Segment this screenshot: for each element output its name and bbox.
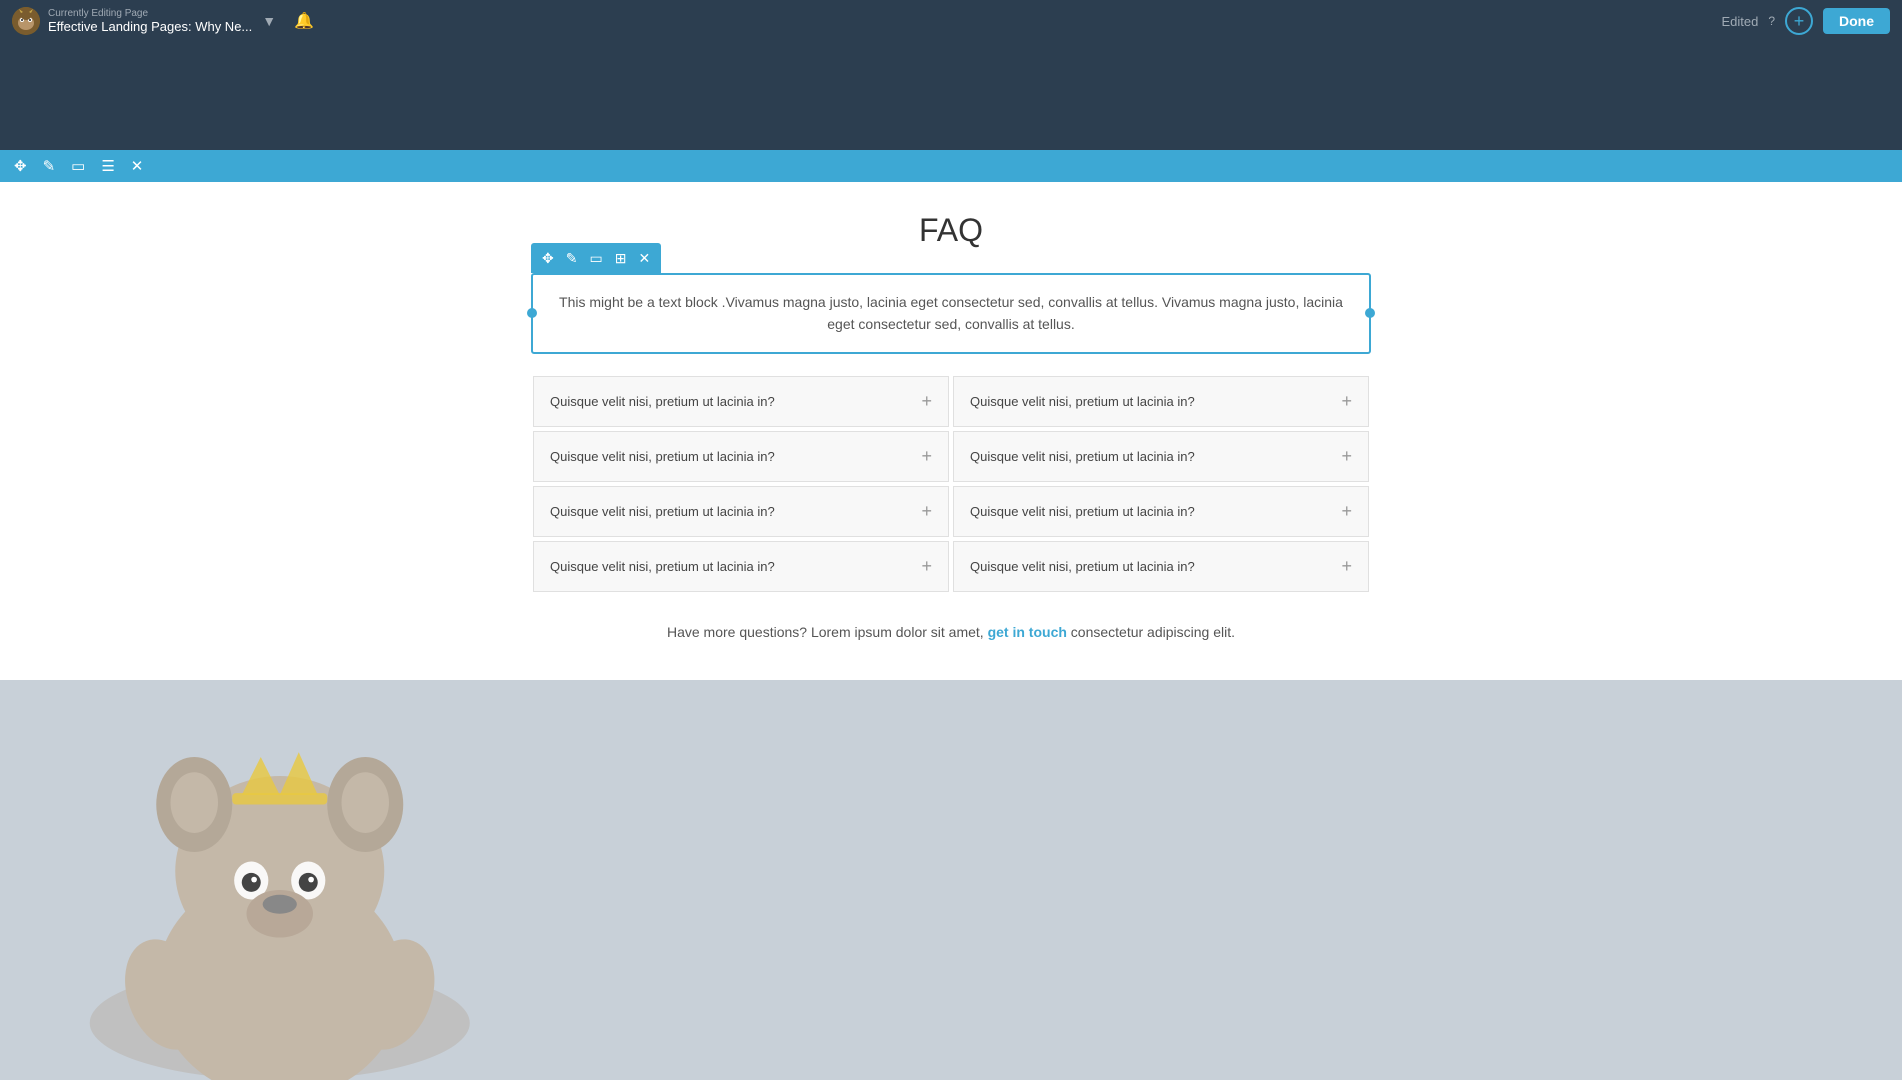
selected-block-toolbar: ✥ ✎ ▭ ⊞ ✕ [531,243,661,273]
get-in-touch-link[interactable]: get in touch [988,624,1067,640]
faq-expand-icon[interactable]: + [1341,391,1352,412]
footer-area [0,680,1902,1080]
faq-item[interactable]: Quisque velit nisi, pretium ut lacinia i… [533,431,949,482]
bottom-text-before: Have more questions? Lorem ipsum dolor s… [667,624,984,640]
faq-expand-icon[interactable]: + [1341,556,1352,577]
done-button[interactable]: Done [1823,8,1890,34]
faq-item-label: Quisque velit nisi, pretium ut lacinia i… [550,504,775,519]
header-left: Currently Editing Page Effective Landing… [12,7,314,35]
sel-expand-icon[interactable]: ⊞ [610,248,632,269]
sel-move-icon[interactable]: ✥ [537,248,559,269]
faq-item-label: Quisque velit nisi, pretium ut lacinia i… [970,504,1195,519]
faq-item[interactable]: Quisque velit nisi, pretium ut lacinia i… [953,431,1369,482]
faq-title: FAQ [0,212,1902,249]
top-header: Currently Editing Page Effective Landing… [0,0,1902,42]
bottom-text-after: consectetur adipiscing elit. [1071,624,1235,640]
text-block-selected[interactable]: ✥ ✎ ▭ ⊞ ✕ This might be a text block .Vi… [531,273,1371,354]
sel-edit-icon[interactable]: ✎ [561,248,583,269]
faq-item-label: Quisque velit nisi, pretium ut lacinia i… [550,559,775,574]
bell-icon[interactable]: 🔔 [294,11,314,31]
faq-item[interactable]: Quisque velit nisi, pretium ut lacinia i… [533,541,949,592]
edit-icon[interactable]: ✎ [37,154,62,178]
faq-item[interactable]: Quisque velit nisi, pretium ut lacinia i… [953,541,1369,592]
faq-expand-icon[interactable]: + [921,556,932,577]
chevron-down-icon[interactable]: ▼ [262,13,276,29]
header-title-group: Currently Editing Page Effective Landing… [48,8,252,34]
faq-item-label: Quisque velit nisi, pretium ut lacinia i… [970,559,1195,574]
faq-expand-icon[interactable]: + [921,446,932,467]
text-block-content: This might be a text block .Vivamus magn… [553,291,1349,336]
header-subtitle: Currently Editing Page [48,8,252,19]
close-icon[interactable]: ✕ [125,154,150,178]
faq-expand-icon[interactable]: + [1341,501,1352,522]
faq-expand-icon[interactable]: + [1341,446,1352,467]
faq-expand-icon[interactable]: + [921,501,932,522]
main-content: FAQ ✥ ✎ ▭ ⊞ ✕ This might be a text block… [0,182,1902,680]
mascot-image [0,700,550,1080]
move-icon[interactable]: ✥ [8,154,33,178]
faq-item[interactable]: Quisque velit nisi, pretium ut lacinia i… [533,376,949,427]
faq-item-label: Quisque velit nisi, pretium ut lacinia i… [970,449,1195,464]
header-right: Edited ? + Done [1721,7,1890,35]
header-title: Effective Landing Pages: Why Ne... [48,19,252,34]
faq-item[interactable]: Quisque velit nisi, pretium ut lacinia i… [953,486,1369,537]
add-button[interactable]: + [1785,7,1813,35]
faq-grid: Quisque velit nisi, pretium ut lacinia i… [531,374,1371,594]
faq-item-label: Quisque velit nisi, pretium ut lacinia i… [550,449,775,464]
sel-close-icon[interactable]: ✕ [633,248,655,269]
list-icon[interactable]: ☰ [95,154,120,178]
resize-handle-right[interactable] [1365,308,1375,318]
faq-bottom-text: Have more questions? Lorem ipsum dolor s… [0,624,1902,640]
faq-item[interactable]: Quisque velit nisi, pretium ut lacinia i… [533,486,949,537]
faq-item-label: Quisque velit nisi, pretium ut lacinia i… [970,394,1195,409]
edited-status: Edited [1721,14,1758,29]
faq-item[interactable]: Quisque velit nisi, pretium ut lacinia i… [953,376,1369,427]
faq-expand-icon[interactable]: + [921,391,932,412]
duplicate-icon[interactable]: ▭ [65,154,91,178]
avatar [12,7,40,35]
dark-section [0,42,1902,150]
block-toolbar: ✥ ✎ ▭ ☰ ✕ [0,150,1902,182]
faq-item-label: Quisque velit nisi, pretium ut lacinia i… [550,394,775,409]
resize-handle-left[interactable] [527,308,537,318]
help-icon[interactable]: ? [1768,14,1775,28]
sel-duplicate-icon[interactable]: ▭ [584,248,607,269]
